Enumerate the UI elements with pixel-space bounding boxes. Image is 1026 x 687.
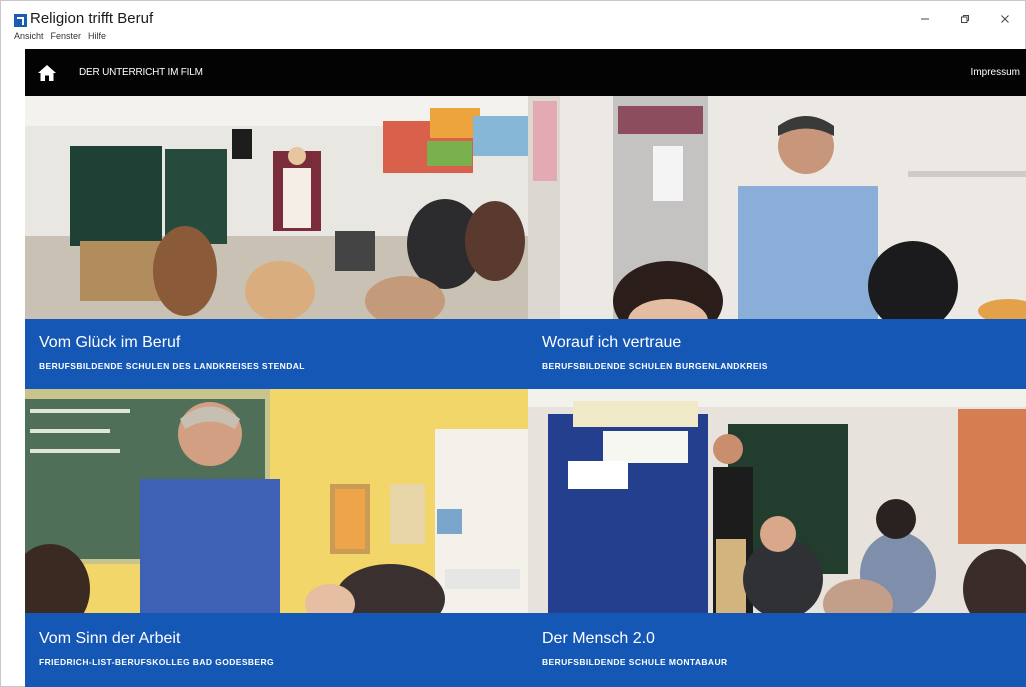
restore-icon [961,15,969,23]
minimize-button[interactable] [905,1,945,37]
window-controls [905,1,1025,37]
film-title: Vom Glück im Beruf [39,334,181,351]
menu-bar: Ansicht Fenster Hilfe [14,31,106,41]
film-caption: Worauf ich vertraue BERUFSBILDENDE SCHUL… [528,319,1026,389]
film-tile-der-mensch-2-0[interactable]: Der Mensch 2.0 BERUFSBILDENDE SCHULE MON… [528,389,1026,687]
film-tile-vom-sinn-der-arbeit[interactable]: Vom Sinn der Arbeit FRIEDRICH-LIST-BERUF… [25,389,528,687]
film-grid: Vom Glück im Beruf BERUFSBILDENDE SCHULE… [25,96,1026,687]
film-school: FRIEDRICH-LIST-BERUFSKOLLEG BAD GODESBER… [39,657,275,667]
app-window: Religion trifft Beruf Ansicht Fenster Hi… [0,0,1026,687]
minimize-icon [921,18,929,20]
close-icon [1001,15,1009,23]
film-school: BERUFSBILDENDE SCHULEN DES LANDKREISES S… [39,361,305,371]
home-icon[interactable] [37,64,57,82]
menu-hilfe[interactable]: Hilfe [88,31,106,41]
menu-fenster[interactable]: Fenster [51,31,82,41]
film-caption: Der Mensch 2.0 BERUFSBILDENDE SCHULE MON… [528,613,1026,687]
nav-link-unterricht-im-film[interactable]: DER UNTERRICHT IM FILM [79,67,203,78]
film-caption: Vom Glück im Beruf BERUFSBILDENDE SCHULE… [25,319,528,389]
close-button[interactable] [985,1,1025,37]
film-thumbnail-image [528,389,1026,613]
app-logo-icon [14,14,27,27]
menu-ansicht[interactable]: Ansicht [14,31,44,41]
film-thumbnail-image [528,96,1026,319]
film-school: BERUFSBILDENDE SCHULEN BURGENLANDKREIS [542,361,768,371]
film-thumbnail-image [25,389,528,613]
film-school: BERUFSBILDENDE SCHULE MONTABAUR [542,657,728,667]
film-tile-worauf-ich-vertraue[interactable]: Worauf ich vertraue BERUFSBILDENDE SCHUL… [528,96,1026,389]
film-thumbnail-image [25,96,528,319]
film-title: Vom Sinn der Arbeit [39,630,181,647]
window-title: Religion trifft Beruf [30,10,154,27]
film-caption: Vom Sinn der Arbeit FRIEDRICH-LIST-BERUF… [25,613,528,687]
film-title: Worauf ich vertraue [542,334,682,351]
film-tile-vom-glueck-im-beruf[interactable]: Vom Glück im Beruf BERUFSBILDENDE SCHULE… [25,96,528,389]
film-title: Der Mensch 2.0 [542,630,655,647]
restore-button[interactable] [945,1,985,37]
impressum-link[interactable]: Impressum [971,67,1020,78]
title-bar: Religion trifft Beruf Ansicht Fenster Hi… [1,1,1025,49]
top-navbar: DER UNTERRICHT IM FILM Impressum [25,49,1026,96]
